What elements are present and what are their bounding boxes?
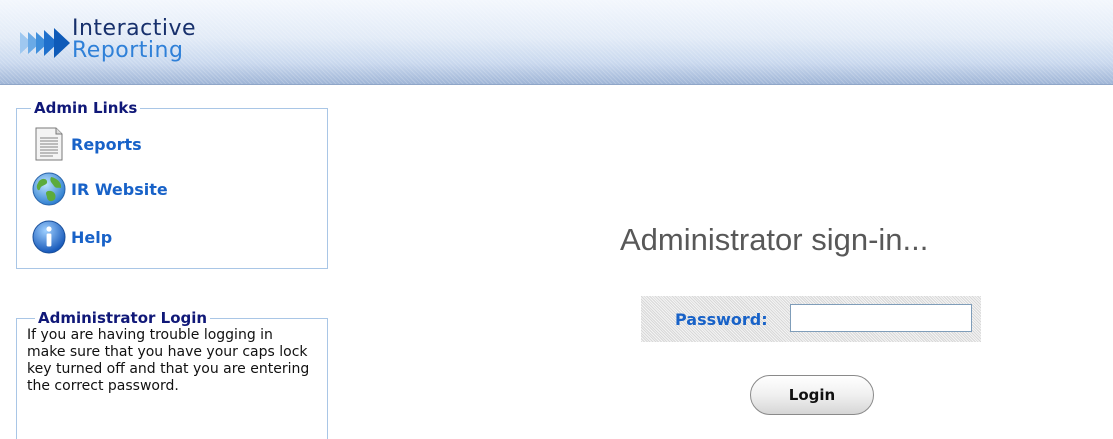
page-title: Administrator sign-in... bbox=[620, 222, 929, 257]
password-label: Password: bbox=[675, 310, 768, 329]
logo-text-interactive: Interactive bbox=[72, 16, 197, 41]
app-logo[interactable]: Interactive Reporting bbox=[20, 14, 210, 66]
login-help-text: If you are having trouble logging in mak… bbox=[27, 327, 310, 394]
password-field[interactable] bbox=[790, 304, 972, 332]
logo-arrows-icon bbox=[20, 28, 70, 58]
help-link[interactable]: Help bbox=[31, 219, 112, 255]
admin-links-panel: Admin Links Reports IR Website Help bbox=[16, 100, 328, 269]
reports-link[interactable]: Reports bbox=[31, 126, 142, 162]
logo-text-reporting: Reporting bbox=[72, 38, 184, 63]
ir-website-link[interactable]: IR Website bbox=[31, 171, 168, 207]
admin-login-legend: Administrator Login bbox=[35, 310, 211, 326]
admin-login-panel: Administrator Login If you are having tr… bbox=[16, 310, 328, 439]
info-icon bbox=[32, 220, 66, 254]
header-banner: Interactive Reporting bbox=[0, 0, 1113, 85]
reports-link-label: Reports bbox=[71, 134, 142, 154]
document-icon bbox=[35, 127, 63, 161]
admin-links-legend: Admin Links bbox=[31, 100, 141, 116]
login-button[interactable]: Login bbox=[750, 375, 874, 415]
ir-website-link-label: IR Website bbox=[71, 179, 168, 199]
globe-icon bbox=[32, 172, 66, 206]
password-row: Password: bbox=[641, 296, 981, 342]
help-link-label: Help bbox=[71, 227, 113, 247]
